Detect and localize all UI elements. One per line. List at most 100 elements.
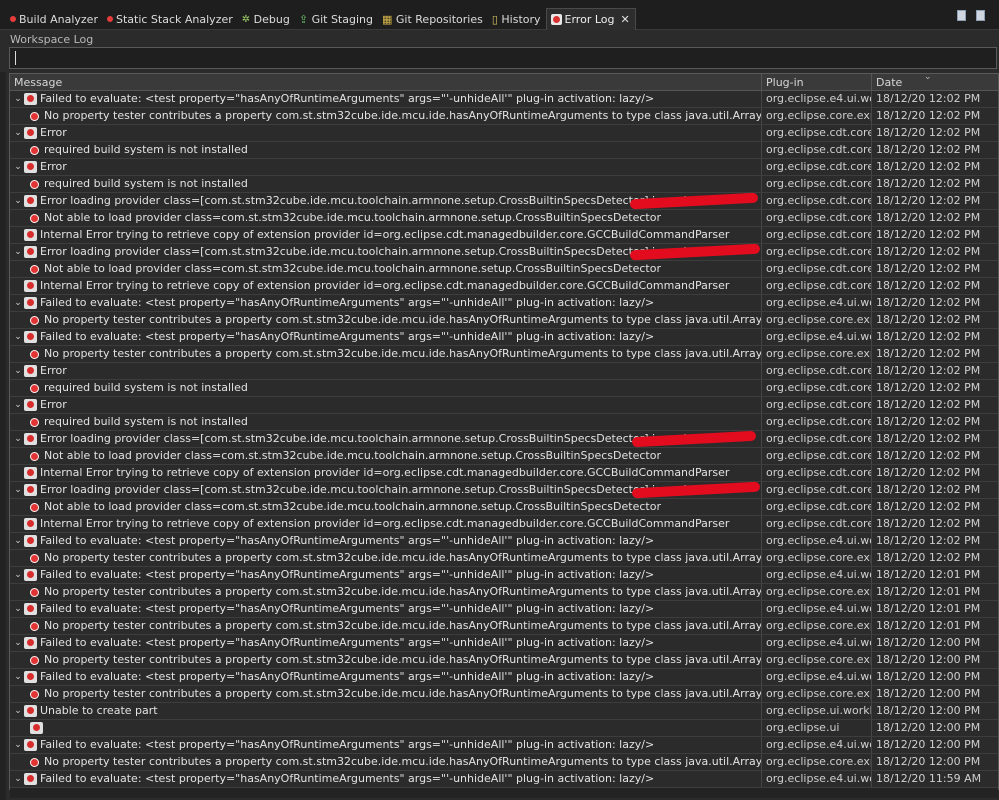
left-gutter bbox=[0, 72, 6, 800]
plugin-cell: org.eclipse.cdt.core bbox=[762, 516, 872, 532]
message-cell: ⌄ Error bbox=[10, 363, 762, 379]
chevron-down-icon[interactable]: ⌄ bbox=[12, 567, 24, 583]
plugin-error-icon bbox=[24, 297, 37, 309]
table-row[interactable]: ⌄ Error loading provider class=[com.st.st… bbox=[10, 482, 998, 499]
table-row[interactable]: No property tester contributes a propert… bbox=[10, 584, 998, 601]
table-row[interactable]: ⌄ Failed to evaluate: <test property="has… bbox=[10, 91, 998, 108]
table-row[interactable]: ⌄ Error loading provider class=[com.st.st… bbox=[10, 431, 998, 448]
table-row[interactable]: Not able to load provider class=com.st.s… bbox=[10, 261, 998, 278]
chevron-down-icon[interactable]: ⌄ bbox=[12, 482, 24, 498]
chevron-down-icon[interactable]: ⌄ bbox=[12, 703, 24, 719]
table-row[interactable]: No property tester contributes a propert… bbox=[10, 312, 998, 329]
view-menu-icon[interactable] bbox=[976, 10, 985, 21]
message-cell: Internal Error trying to retrieve copy o… bbox=[10, 516, 762, 532]
horizontal-scrollbar[interactable] bbox=[10, 788, 998, 798]
chevron-down-icon[interactable]: ⌄ bbox=[12, 771, 24, 787]
date-cell: 18/12/20 12:02 PM bbox=[876, 262, 981, 275]
table-row[interactable]: ⌄ Error org.eclipse.cdt.core 18/12/20 12:02… bbox=[10, 159, 998, 176]
table-row[interactable]: No property tester contributes a propert… bbox=[10, 686, 998, 703]
message-text: Error loading provider class=[com.st.stm… bbox=[40, 432, 713, 445]
chevron-down-icon[interactable]: ⌄ bbox=[12, 363, 24, 379]
column-header-plugin[interactable]: Plug-in bbox=[762, 74, 872, 91]
plugin-cell: org.eclipse.cdt.core bbox=[762, 125, 872, 141]
table-row[interactable]: ⌄ Error loading provider class=[com.st.st… bbox=[10, 193, 998, 210]
message-cell: required build system is not installed bbox=[10, 380, 762, 396]
table-row[interactable]: ⌄ Failed to evaluate: <test property="has… bbox=[10, 329, 998, 346]
error-icon bbox=[30, 383, 39, 393]
table-row[interactable]: required build system is not installed or… bbox=[10, 142, 998, 159]
message-text: Failed to evaluate: <test property="hasA… bbox=[40, 330, 655, 343]
filter-input[interactable] bbox=[9, 47, 997, 69]
tab-history[interactable]: ▯ History bbox=[488, 8, 546, 30]
date-cell: 18/12/20 12:02 PM bbox=[876, 432, 981, 445]
table-row[interactable]: ⌄ Failed to evaluate: <test property="has… bbox=[10, 771, 998, 788]
table-row[interactable]: ⌄ Failed to evaluate: <test property="has… bbox=[10, 635, 998, 652]
message-text: No property tester contributes a propert… bbox=[44, 755, 762, 768]
chevron-down-icon[interactable]: ⌄ bbox=[12, 635, 24, 651]
plugin-cell: org.eclipse.core.exp... bbox=[762, 550, 872, 566]
table-row[interactable]: ⌄ Failed to evaluate: <test property="has… bbox=[10, 601, 998, 618]
tab-error-log[interactable]: Error Log ✕ bbox=[545, 8, 636, 30]
table-row[interactable]: ⌄ Error org.eclipse.cdt.core 18/12/20 12:02… bbox=[10, 397, 998, 414]
chevron-down-icon[interactable]: ⌄ bbox=[12, 159, 24, 175]
table-body: ⌄ Failed to evaluate: <test property="has… bbox=[10, 91, 998, 788]
table-row[interactable]: ⌄ Failed to evaluate: <test property="has… bbox=[10, 533, 998, 550]
table-row[interactable]: Internal Error trying to retrieve copy o… bbox=[10, 516, 998, 533]
tab-build-analyzer[interactable]: Build Analyzer bbox=[6, 8, 103, 30]
table-row[interactable]: required build system is not installed or… bbox=[10, 176, 998, 193]
table-row[interactable]: Not able to load provider class=com.st.s… bbox=[10, 448, 998, 465]
date-cell: 18/12/20 12:02 PM bbox=[876, 194, 981, 207]
table-row[interactable]: No property tester contributes a propert… bbox=[10, 108, 998, 125]
message-text: Failed to evaluate: <test property="hasA… bbox=[40, 602, 655, 615]
chevron-down-icon[interactable]: ⌄ bbox=[12, 669, 24, 685]
table-row[interactable]: ⌄ Failed to evaluate: <test property="has… bbox=[10, 567, 998, 584]
date-cell: 18/12/20 12:02 PM bbox=[876, 296, 981, 309]
close-icon[interactable]: ✕ bbox=[621, 13, 630, 26]
table-row[interactable]: Internal Error trying to retrieve copy o… bbox=[10, 465, 998, 482]
chevron-down-icon[interactable]: ⌄ bbox=[12, 397, 24, 413]
chevron-down-icon[interactable]: ⌄ bbox=[12, 125, 24, 141]
table-row[interactable]: required build system is not installed or… bbox=[10, 414, 998, 431]
table-row[interactable]: No property tester contributes a propert… bbox=[10, 652, 998, 669]
table-row[interactable]: ⌄ Unable to create part org.eclipse.ui.wor… bbox=[10, 703, 998, 720]
plugin-error-icon bbox=[24, 161, 37, 173]
tab-static-stack-analyzer[interactable]: Static Stack Analyzer bbox=[103, 8, 238, 30]
table-row[interactable]: ⌄ Error org.eclipse.cdt.core 18/12/20 12:02… bbox=[10, 363, 998, 380]
table-row[interactable]: Not able to load provider class=com.st.s… bbox=[10, 210, 998, 227]
table-row[interactable]: required build system is not installed or… bbox=[10, 380, 998, 397]
tab-git-staging[interactable]: ⇪ Git Staging bbox=[295, 8, 378, 30]
table-row[interactable]: ⌄ Failed to evaluate: <test property="has… bbox=[10, 737, 998, 754]
tab-label: History bbox=[501, 12, 541, 26]
table-row[interactable]: ⌄ Error org.eclipse.cdt.core 18/12/20 12:02… bbox=[10, 125, 998, 142]
table-row[interactable]: Internal Error trying to retrieve copy o… bbox=[10, 278, 998, 295]
table-row[interactable]: No property tester contributes a propert… bbox=[10, 754, 998, 771]
chevron-down-icon[interactable]: ⌄ bbox=[12, 91, 24, 107]
chevron-down-icon[interactable]: ⌄ bbox=[12, 431, 24, 447]
view-tab-bar: Build Analyzer Static Stack Analyzer ✲ D… bbox=[0, 0, 999, 30]
table-row[interactable]: No property tester contributes a propert… bbox=[10, 618, 998, 635]
chevron-down-icon[interactable]: ⌄ bbox=[12, 295, 24, 311]
tab-git-repositories[interactable]: ▦ Git Repositories bbox=[378, 8, 488, 30]
column-header-message[interactable]: Message bbox=[10, 74, 762, 91]
message-cell: No property tester contributes a propert… bbox=[10, 652, 762, 668]
export-log-icon[interactable] bbox=[957, 10, 966, 21]
message-text: No property tester contributes a propert… bbox=[44, 551, 762, 564]
table-row[interactable]: ⌄ Failed to evaluate: <test property="has… bbox=[10, 295, 998, 312]
tab-debug[interactable]: ✲ Debug bbox=[238, 8, 295, 30]
plugin-cell: org.eclipse.e4.ui.wo... bbox=[762, 635, 872, 651]
table-row[interactable]: Internal Error trying to retrieve copy o… bbox=[10, 227, 998, 244]
column-header-date[interactable]: Date ⌄ bbox=[872, 72, 998, 91]
chevron-down-icon[interactable]: ⌄ bbox=[12, 737, 24, 753]
table-row[interactable]: Not able to load provider class=com.st.s… bbox=[10, 499, 998, 516]
chevron-down-icon[interactable]: ⌄ bbox=[12, 193, 24, 209]
chevron-down-icon[interactable]: ⌄ bbox=[12, 601, 24, 617]
table-row[interactable]: ⌄ Error loading provider class=[com.st.st… bbox=[10, 244, 998, 261]
chevron-down-icon[interactable]: ⌄ bbox=[12, 244, 24, 260]
table-row[interactable]: No property tester contributes a propert… bbox=[10, 550, 998, 567]
table-row[interactable]: org.eclipse.ui 18/12/20 12:00 PM bbox=[10, 720, 998, 737]
table-row[interactable]: No property tester contributes a propert… bbox=[10, 346, 998, 363]
table-row[interactable]: ⌄ Failed to evaluate: <test property="has… bbox=[10, 669, 998, 686]
chevron-down-icon[interactable]: ⌄ bbox=[12, 329, 24, 345]
message-cell: ⌄ Failed to evaluate: <test property="has… bbox=[10, 91, 762, 107]
chevron-down-icon[interactable]: ⌄ bbox=[12, 533, 24, 549]
